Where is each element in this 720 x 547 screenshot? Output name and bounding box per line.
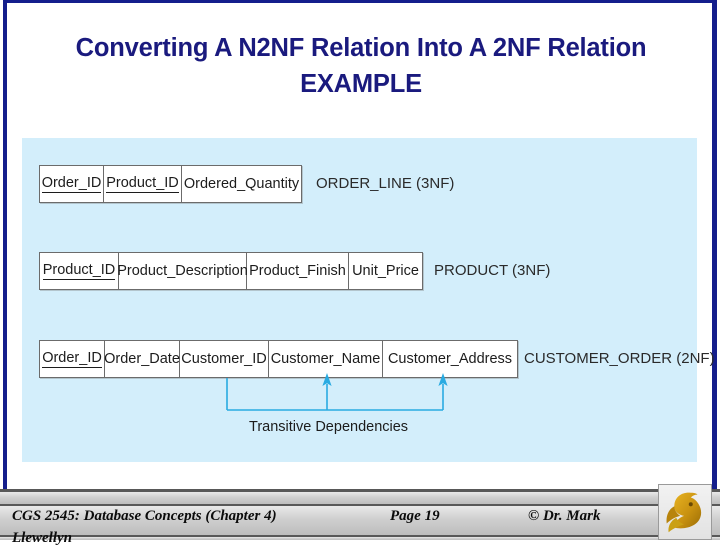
attribute-cell: Customer_Name xyxy=(269,341,383,377)
footer-page-number: Page 19 xyxy=(390,508,440,524)
pegasus-icon xyxy=(666,492,702,533)
attribute-cell: Unit_Price xyxy=(349,253,422,289)
attribute-label: Customer_ID xyxy=(181,350,267,367)
attribute-cell: Customer_Address xyxy=(383,341,517,377)
relation-name-customer-order: CUSTOMER_ORDER (2NF) xyxy=(524,350,715,367)
attribute-label: Unit_Price xyxy=(352,262,419,279)
attribute-label: Order_ID xyxy=(42,350,102,369)
slide-border-top xyxy=(3,0,717,3)
attribute-cell: Order_Date xyxy=(104,341,180,377)
footer-band-upper xyxy=(0,492,720,504)
slide-title-line-2: EXAMPLE xyxy=(300,70,422,98)
attribute-cell: Product_Finish xyxy=(247,253,349,289)
attribute-cell: Order_ID xyxy=(40,341,105,377)
ucf-pegasus-logo xyxy=(658,484,712,540)
relation-name-order-line: ORDER_LINE (3NF) xyxy=(316,175,455,192)
relation-customer-order: Order_ID Order_Date Customer_ID Customer… xyxy=(39,340,518,378)
slide: Converting A N2NF Relation Into A 2NF Re… xyxy=(0,0,720,546)
attribute-cell: Product_ID xyxy=(104,166,182,202)
attribute-label: Product_Finish xyxy=(249,262,346,279)
attribute-cell: Ordered_Quantity xyxy=(182,166,301,202)
attribute-cell: Product_Description xyxy=(117,253,248,289)
attribute-label: Customer_Name xyxy=(270,350,381,367)
slide-border-right xyxy=(712,0,717,492)
attribute-label: Product_ID xyxy=(42,262,116,281)
attribute-label: Order_Date xyxy=(104,350,180,367)
attribute-cell: Customer_ID xyxy=(180,341,269,377)
footer-course-label: CGS 2545: Database Concepts (Chapter 4) xyxy=(12,508,277,524)
slide-title: Converting A N2NF Relation Into A 2NF Re… xyxy=(18,30,704,102)
attribute-cell: Product_ID xyxy=(40,253,119,289)
attribute-label: Customer_Address xyxy=(387,350,513,367)
attribute-label: Product_Description xyxy=(117,262,248,279)
attribute-label: Order_ID xyxy=(41,175,102,194)
relation-order-line: Order_ID Product_ID Ordered_Quantity xyxy=(39,165,302,203)
transitive-dependencies-caption: Transitive Dependencies xyxy=(249,419,409,435)
slide-title-line-1: Converting A N2NF Relation Into A 2NF Re… xyxy=(75,34,647,62)
slide-border-left xyxy=(3,0,7,492)
attribute-label: Product_ID xyxy=(106,175,179,194)
footer-copyright: © Dr. Mark xyxy=(528,508,601,524)
attribute-label: Ordered_Quantity xyxy=(183,175,300,192)
relation-name-product: PRODUCT (3NF) xyxy=(434,262,551,279)
attribute-cell: Order_ID xyxy=(40,166,104,202)
relation-product: Product_ID Product_Description Product_F… xyxy=(39,252,423,290)
footer-author-name: Llewellyn xyxy=(12,530,72,546)
pegasus-eye xyxy=(688,502,693,507)
